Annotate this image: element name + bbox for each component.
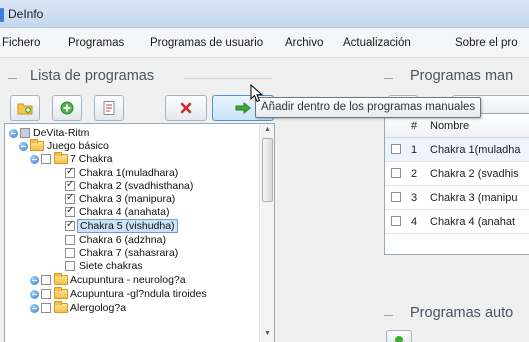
mouse-cursor-icon <box>250 84 264 103</box>
scrollbar-thumb[interactable] <box>262 138 273 202</box>
row-checkbox[interactable] <box>391 144 401 154</box>
auto-program-button[interactable] <box>386 330 412 342</box>
row-checkbox[interactable] <box>391 192 401 202</box>
folder-icon <box>30 139 44 151</box>
tree-checkbox[interactable] <box>41 154 51 164</box>
tree-node-label: Chakra 3 (manipura) <box>79 193 176 205</box>
tree-node-label: Acupuntura -gl?ndula tiroides <box>70 288 207 300</box>
folder-icon <box>54 301 68 313</box>
tree-checkbox[interactable] <box>41 289 51 299</box>
expand-icon[interactable] <box>9 129 18 138</box>
folder-icon <box>54 273 68 285</box>
table-row[interactable]: 1 Chakra 1(muladha <box>385 138 529 162</box>
expand-icon[interactable] <box>30 276 39 285</box>
column-header-name[interactable]: Nombre <box>430 120 469 132</box>
row-number: 2 <box>411 168 418 180</box>
tree-checkbox[interactable] <box>65 179 75 191</box>
expand-icon[interactable] <box>30 155 39 164</box>
expand-icon[interactable] <box>30 304 39 313</box>
tree-node-label: Acupuntura - neurolog?a <box>70 274 186 286</box>
window-title: DeInfo <box>8 7 44 21</box>
tree-checkbox[interactable] <box>41 303 51 313</box>
tree-node-label: Chakra 4 (anahata) <box>79 206 170 218</box>
table-row[interactable]: 2 Chakra 2 (svadhis <box>385 162 529 186</box>
tree-scrollbar[interactable]: ▲ ▼ <box>259 124 274 342</box>
add-program-button[interactable] <box>52 95 82 121</box>
folder-icon <box>54 287 68 299</box>
panel-dash <box>384 315 393 316</box>
edit-program-button[interactable] <box>94 95 124 121</box>
tree-node-label: Chakra 6 (adzhna) <box>79 234 166 246</box>
app-icon <box>0 8 4 22</box>
tree-node-label: Chakra 2 (svadhisthana) <box>79 180 194 192</box>
tree-checkbox[interactable] <box>41 275 51 285</box>
row-name: Chakra 1(muladha <box>430 144 521 156</box>
table-row[interactable]: 3 Chakra 3 (manipu <box>385 186 529 210</box>
program-group-icon <box>20 128 30 138</box>
title-bar: DeInfo <box>0 0 529 28</box>
scroll-down-icon[interactable]: ▼ <box>264 330 271 337</box>
column-header-number[interactable]: # <box>411 120 417 132</box>
expand-icon[interactable] <box>19 142 28 151</box>
row-name: Chakra 2 (svadhis <box>430 168 519 180</box>
menu-archivo[interactable]: Archivo <box>285 37 323 49</box>
row-number: 1 <box>411 144 418 156</box>
panel-divider <box>184 78 272 79</box>
menu-programas[interactable]: Programas <box>68 37 124 49</box>
tree-checkbox[interactable] <box>65 205 75 217</box>
panel-dash <box>384 78 393 79</box>
tree-node-label: Chakra 1(muladhara) <box>79 167 179 179</box>
arrow-right-icon <box>235 102 251 114</box>
delete-x-icon <box>180 102 192 114</box>
menu-programas-de-usuario[interactable]: Programas de usuario <box>150 37 263 49</box>
tree-checkbox[interactable] <box>65 261 75 271</box>
expand-icon[interactable] <box>30 290 39 299</box>
tree-node-label: Alergolog?a <box>70 302 127 314</box>
plus-circle-icon <box>60 101 74 115</box>
tree-checkbox[interactable] <box>65 248 75 258</box>
tree-checkbox[interactable] <box>65 166 75 178</box>
folder-icon <box>54 152 68 164</box>
row-number: 4 <box>411 216 418 228</box>
tree-node-label: 7 Chakra <box>70 153 113 165</box>
menu-bar: Fichero Programas Programas de usuario A… <box>0 28 529 58</box>
folder-add-icon <box>17 103 33 115</box>
manual-programs-table[interactable]: # Nombre 1 Chakra 1(muladha 2 Chakra 2 (… <box>384 113 529 255</box>
tree-node-label: Siete chakras <box>79 260 143 272</box>
menu-fichero[interactable]: Fichero <box>2 37 40 49</box>
tree-node-label: Chakra 5 (vishudha) <box>77 219 178 233</box>
auto-panel-title: Programas auto <box>410 305 514 321</box>
tree-checkbox[interactable] <box>65 235 75 245</box>
tree-node-label: Chakra 7 (sahasrara) <box>79 247 179 259</box>
menu-sobre-el-programa[interactable]: Sobre el pro <box>455 37 518 49</box>
table-row[interactable]: 4 Chakra 4 (anahat <box>385 210 529 234</box>
delete-button[interactable] <box>165 95 207 121</box>
arrow-icon <box>395 336 403 342</box>
tooltip: Añadir dentro de los programas manuales <box>255 97 482 118</box>
program-tree[interactable]: DeVita-Ritm Juego básico 7 Chakra Chakra… <box>4 123 275 342</box>
scroll-up-icon[interactable]: ▲ <box>264 126 271 133</box>
row-name: Chakra 3 (manipu <box>430 192 518 204</box>
menu-actualizacion[interactable]: Actualización <box>343 37 411 49</box>
tree-checkbox[interactable] <box>65 192 75 204</box>
row-name: Chakra 4 (anahat <box>430 216 515 228</box>
row-number: 3 <box>411 192 418 204</box>
left-panel-title: Lista de programas <box>30 68 155 84</box>
add-folder-button[interactable] <box>10 95 40 121</box>
right-panel-title: Programas man <box>410 68 514 84</box>
edit-document-icon <box>103 101 115 115</box>
row-checkbox[interactable] <box>391 168 401 178</box>
tree-node-label: DeVita-Ritm <box>33 127 90 139</box>
panel-dash <box>8 78 17 79</box>
row-checkbox[interactable] <box>391 216 401 226</box>
tree-checkbox[interactable] <box>65 219 75 231</box>
